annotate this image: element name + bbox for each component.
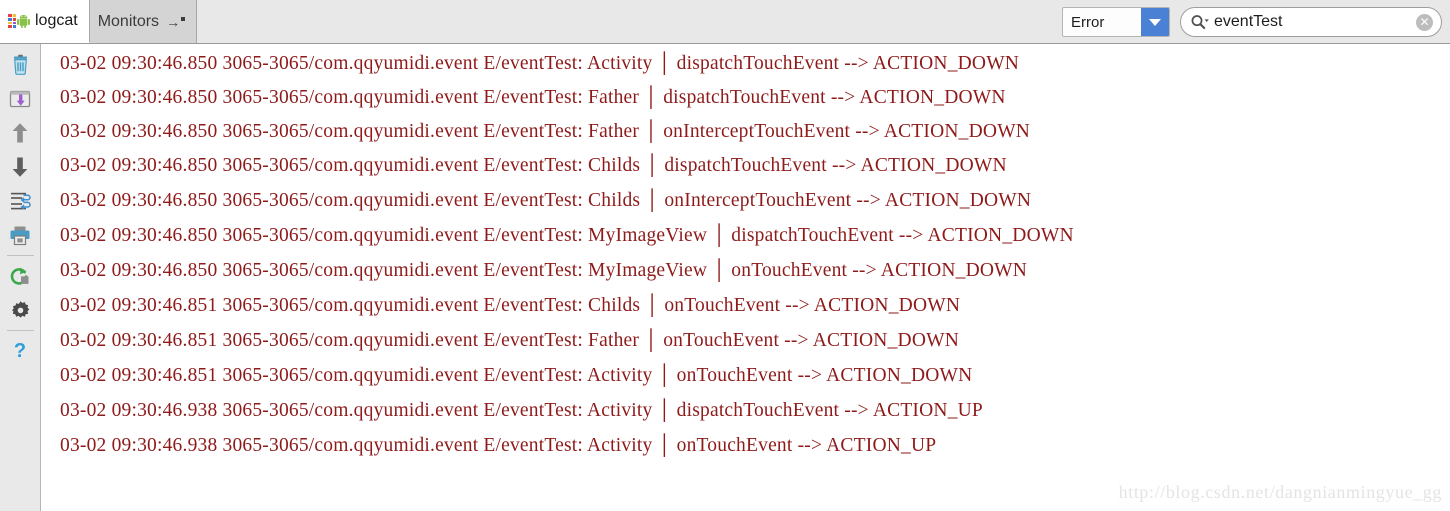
color-bars-icon — [8, 14, 16, 28]
scroll-up-button[interactable] — [2, 116, 38, 150]
search-input[interactable]: eventTest ✕ — [1180, 7, 1442, 37]
export-down-icon — [9, 90, 31, 108]
log-line: 03-02 09:30:46.851 3065-3065/com.qqyumid… — [60, 295, 961, 316]
log-line: 03-02 09:30:46.938 3065-3065/com.qqyumid… — [60, 435, 937, 456]
search-icon[interactable] — [1190, 14, 1210, 30]
restart-green-icon — [10, 267, 29, 285]
chevron-down-icon[interactable] — [1141, 8, 1169, 36]
question-help-icon: ? — [14, 340, 26, 362]
rail-separator — [6, 330, 34, 331]
soft-wrap-icon — [10, 192, 31, 210]
gear-icon — [11, 300, 29, 318]
tab-monitors[interactable]: Monitors → — [89, 0, 198, 43]
svg-text:?: ? — [14, 340, 26, 362]
export-logs-button[interactable] — [2, 82, 38, 116]
log-line: 03-02 09:30:46.850 3065-3065/com.qqyumid… — [60, 155, 1007, 176]
log-line: 03-02 09:30:46.850 3065-3065/com.qqyumid… — [60, 121, 1031, 142]
clear-logcat-button[interactable] — [2, 48, 38, 82]
trash-icon — [13, 54, 27, 75]
logcat-action-rail: ? — [0, 44, 41, 511]
rail-separator — [6, 255, 34, 256]
android-logcat-icon — [8, 13, 30, 29]
tool-window-header: logcat Monitors → Error eventTest ✕ — [0, 0, 1450, 44]
logcat-output[interactable]: 03-02 09:30:46.850 3065-3065/com.qqyumid… — [42, 45, 1450, 511]
arrow-down-icon — [12, 157, 28, 177]
watermark-text: http://blog.csdn.net/dangnianmingyue_gg — [1118, 482, 1442, 502]
log-line: 03-02 09:30:46.850 3065-3065/com.qqyumid… — [60, 53, 1020, 74]
search-value: eventTest — [1214, 13, 1283, 30]
log-level-dropdown[interactable]: Error — [1062, 7, 1170, 37]
log-line: 03-02 09:30:46.850 3065-3065/com.qqyumid… — [60, 260, 1028, 281]
arrow-up-icon — [12, 123, 28, 143]
logcat-toolbar: Error eventTest ✕ — [1062, 6, 1442, 38]
printer-icon — [10, 226, 30, 245]
tab-logcat[interactable]: logcat — [0, 0, 90, 43]
settings-button[interactable] — [2, 293, 38, 327]
restart-button[interactable] — [2, 259, 38, 293]
soft-wrap-button[interactable] — [2, 184, 38, 218]
log-line: 03-02 09:30:46.938 3065-3065/com.qqyumid… — [60, 400, 983, 421]
log-line: 03-02 09:30:46.850 3065-3065/com.qqyumid… — [60, 87, 1006, 108]
clear-circle-icon[interactable]: ✕ — [1416, 13, 1433, 31]
tab-monitors-label: Monitors — [97, 12, 160, 30]
help-button[interactable]: ? — [2, 334, 38, 368]
print-button[interactable] — [2, 218, 38, 252]
logcat-window: logcat Monitors → Error eventTest ✕ ? 03… — [0, 0, 1450, 511]
log-line: 03-02 09:30:46.850 3065-3065/com.qqyumid… — [60, 190, 1032, 211]
android-robot-icon — [17, 14, 30, 28]
scroll-down-button[interactable] — [2, 150, 38, 184]
pin-arrow-icon: → — [166, 14, 186, 30]
log-level-value: Error — [1071, 13, 1105, 31]
log-line: 03-02 09:30:46.850 3065-3065/com.qqyumid… — [60, 225, 1074, 246]
log-line: 03-02 09:30:46.851 3065-3065/com.qqyumid… — [60, 330, 959, 351]
tab-logcat-label: logcat — [35, 12, 78, 29]
log-line: 03-02 09:30:46.851 3065-3065/com.qqyumid… — [60, 365, 973, 386]
tool-window-tabs: logcat Monitors → — [0, 0, 198, 44]
